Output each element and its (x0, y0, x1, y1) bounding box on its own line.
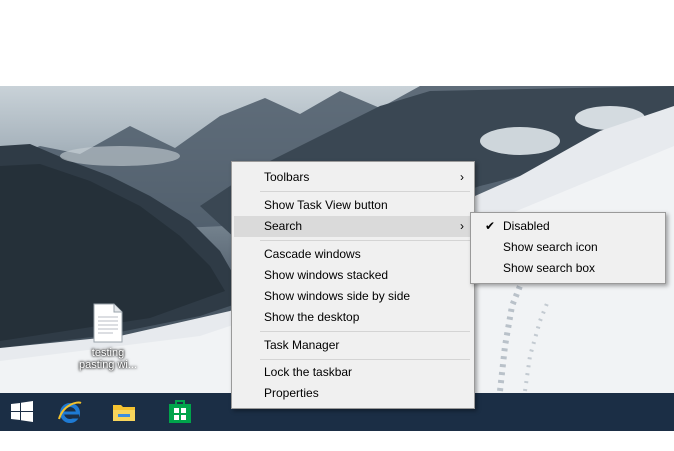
menu-item-label: Search (264, 219, 303, 233)
desktop-file-item[interactable]: testing pasting wi... (76, 303, 140, 371)
menu-item-label: Show windows side by side (264, 289, 411, 303)
file-explorer-button[interactable] (102, 393, 146, 431)
submenu-item-show-search-icon[interactable]: Show search icon (473, 237, 663, 258)
search-submenu[interactable]: ✔ Disabled Show search icon Show search … (470, 212, 666, 284)
internet-explorer-button[interactable] (48, 393, 92, 431)
menu-item-toolbars[interactable]: Toolbars › (234, 167, 472, 188)
desktop-file-label-line1: testing (91, 347, 125, 359)
submenu-arrow-icon: › (460, 219, 464, 233)
checkmark-icon: ✔ (485, 219, 496, 233)
submenu-item-label: Disabled (503, 219, 550, 233)
menu-item-label: Cascade windows (264, 247, 361, 261)
menu-item-label: Task Manager (264, 338, 340, 352)
submenu-item-disabled[interactable]: ✔ Disabled (473, 216, 663, 237)
menu-item-task-manager[interactable]: Task Manager (234, 335, 472, 356)
menu-item-show-windows-side-by-side[interactable]: Show windows side by side (234, 286, 472, 307)
start-icon (11, 401, 33, 422)
menu-separator (260, 359, 470, 360)
submenu-item-label: Show search icon (503, 240, 598, 254)
start-button[interactable] (0, 393, 44, 431)
menu-separator (260, 331, 470, 332)
menu-item-label: Properties (264, 386, 319, 400)
submenu-arrow-icon: › (460, 170, 464, 184)
store-icon (169, 400, 191, 423)
internet-explorer-icon (58, 401, 82, 423)
file-explorer-icon (113, 405, 135, 421)
taskbar-context-menu[interactable]: Toolbars › Show Task View button Search … (231, 161, 475, 409)
menu-item-search[interactable]: Search › (234, 216, 472, 237)
page-bottom-margin (0, 431, 674, 451)
desktop-file-label-line2: pasting wi... (78, 359, 138, 371)
menu-item-show-windows-stacked[interactable]: Show windows stacked (234, 265, 472, 286)
menu-item-show-the-desktop[interactable]: Show the desktop (234, 307, 472, 328)
menu-item-label: Show windows stacked (264, 268, 389, 282)
menu-item-cascade-windows[interactable]: Cascade windows (234, 244, 472, 265)
submenu-item-show-search-box[interactable]: Show search box (473, 258, 663, 279)
store-button[interactable] (158, 393, 202, 431)
menu-item-show-task-view-button[interactable]: Show Task View button (234, 195, 472, 216)
menu-item-label: Show Task View button (264, 198, 388, 212)
menu-item-properties[interactable]: Properties (234, 383, 472, 404)
menu-separator (260, 240, 470, 241)
submenu-item-label: Show search box (503, 261, 596, 275)
text-document-icon (93, 303, 123, 343)
menu-item-label: Toolbars (264, 170, 310, 184)
menu-item-label: Lock the taskbar (264, 365, 353, 379)
menu-item-lock-the-taskbar[interactable]: Lock the taskbar (234, 362, 472, 383)
menu-separator (260, 191, 470, 192)
menu-item-label: Show the desktop (264, 310, 360, 324)
